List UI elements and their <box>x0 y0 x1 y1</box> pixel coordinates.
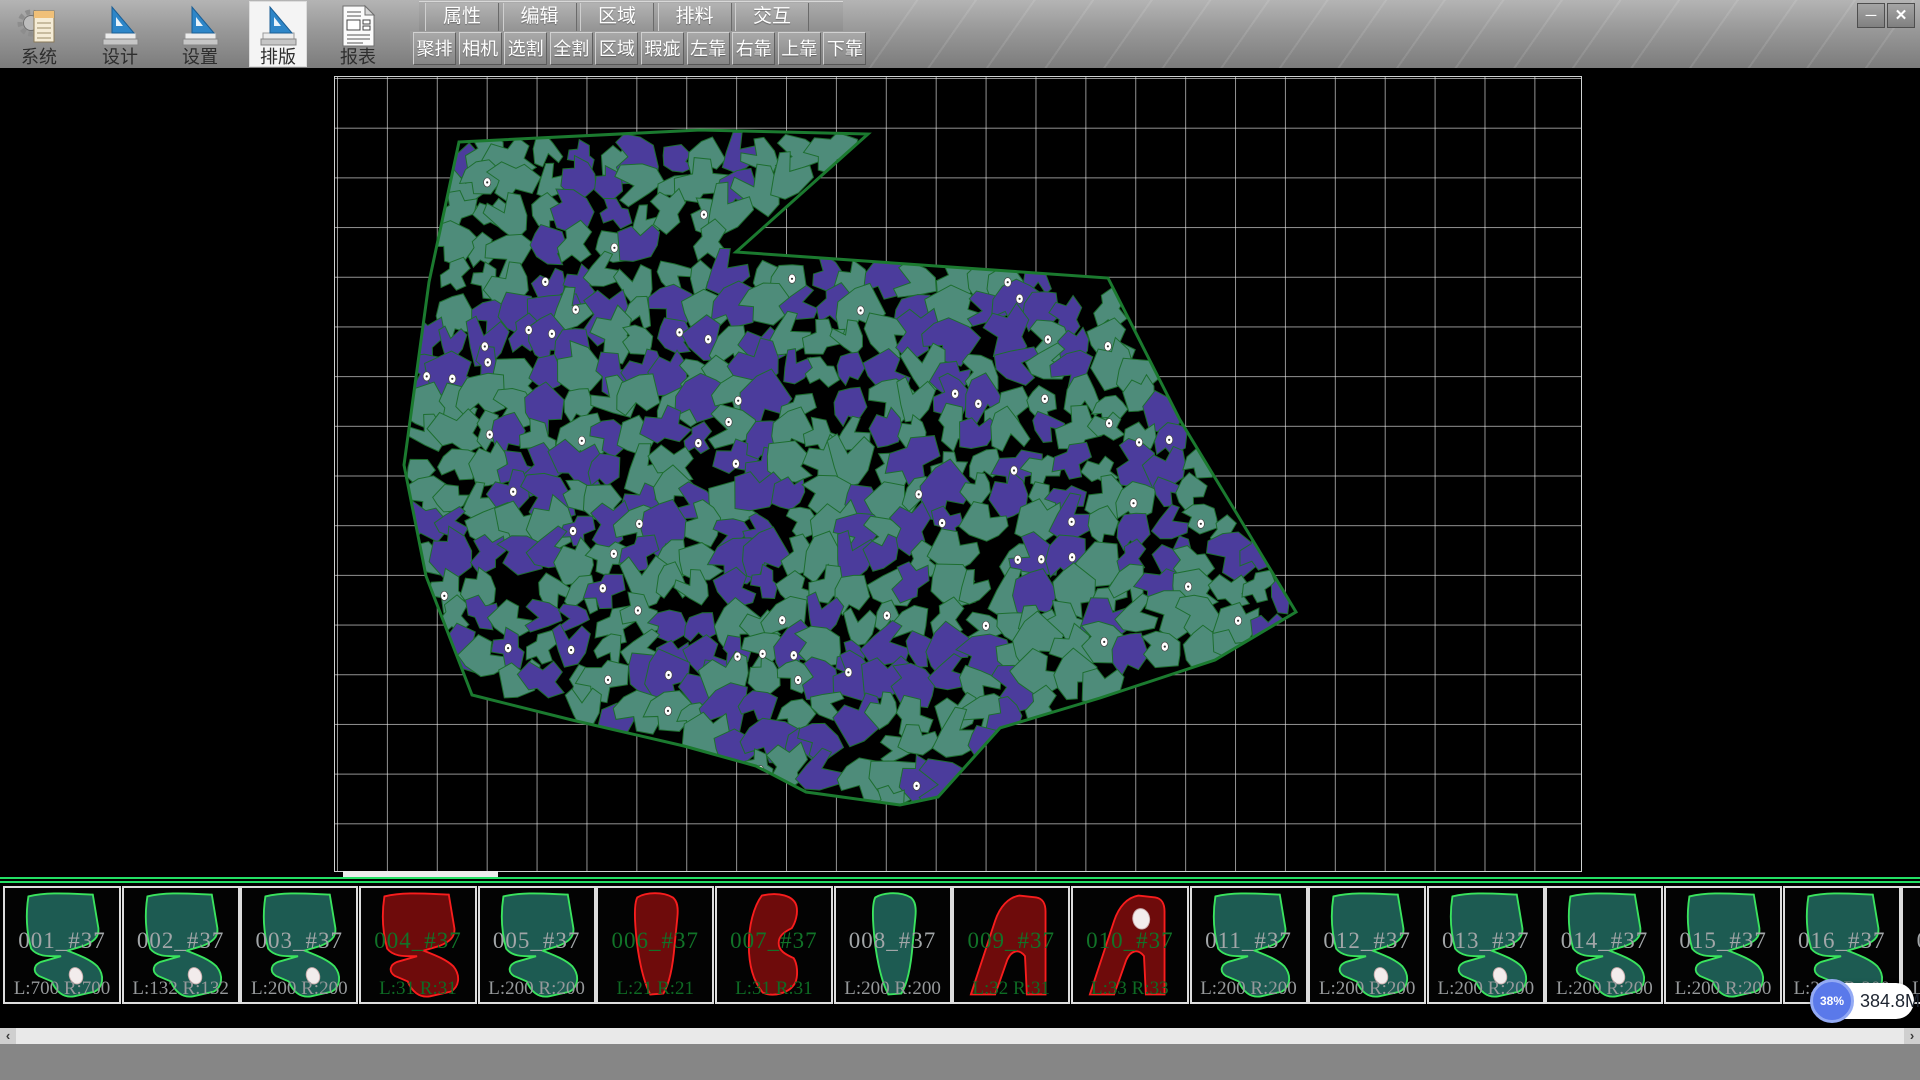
part-cell-010_#37[interactable]: 010_#37 L:33 R:33 <box>1071 886 1189 1004</box>
menu-item-properties[interactable]: 属性 <box>425 3 499 31</box>
part-lr-count: L:32 R:31 <box>954 978 1068 1000</box>
part-name: 003_#37 <box>242 928 356 954</box>
part-lr-count: L:200 R:200 <box>1666 978 1780 1000</box>
triangle-ruler-icon <box>98 4 142 48</box>
tool-button-defect[interactable]: 瑕疵 <box>641 32 684 65</box>
part-name: 016_#37 <box>1785 928 1899 954</box>
system-gear-icon <box>17 4 61 48</box>
part-cell-002_#37[interactable]: 002_#37 L:132 R:132 <box>122 886 240 1004</box>
triangle-ruler-icon <box>256 4 300 48</box>
part-cell-013_#37[interactable]: 013_#37 L:200 R:200 <box>1427 886 1545 1004</box>
part-cell-004_#37[interactable]: 004_#37 L:31 R:31 <box>359 886 477 1004</box>
part-lr-count: L:200 R:200 <box>1192 978 1306 1000</box>
tool-bar: 聚排相机选割全割区域瑕疵左靠右靠上靠下靠 <box>410 31 870 67</box>
part-cell-011_#37[interactable]: 011_#37 L:200 R:200 <box>1190 886 1308 1004</box>
app-button-nesting[interactable]: 排版 <box>249 1 307 67</box>
part-lr-count: L:200 R:200 <box>836 978 950 1000</box>
part-lr-count: L:700 R:700 <box>5 978 119 1000</box>
part-cell-003_#37[interactable]: 003_#37 L:200 R:200 <box>240 886 358 1004</box>
toolbar: 系统 设计 设置 排版 报表 属性编辑区域排料交互 聚排相机选割全割区域瑕疵左靠右靠上靠… <box>0 0 1920 68</box>
part-cell-001_#37[interactable]: 001_#37 L:700 R:700 <box>3 886 121 1004</box>
menu-item-edit[interactable]: 编辑 <box>503 3 577 31</box>
part-lr-count: L:200 R:200 <box>1547 978 1661 1000</box>
part-name: 009_#37 <box>954 928 1068 954</box>
part-name: 007_#37 <box>717 928 831 954</box>
menu-item-region[interactable]: 区域 <box>580 3 654 31</box>
tool-button-camera[interactable]: 相机 <box>459 32 502 65</box>
part-name: 006_#37 <box>598 928 712 954</box>
tool-button-cut-all[interactable]: 全割 <box>550 32 593 65</box>
part-name: 008_#37 <box>836 928 950 954</box>
part-cell-015_#37[interactable]: 015_#37 L:200 R:200 <box>1664 886 1782 1004</box>
menu-item-material[interactable]: 排料 <box>658 3 732 31</box>
part-cell-007_#37[interactable]: 007_#37 L:31 R:31 <box>715 886 833 1004</box>
strip-separator <box>0 877 1920 885</box>
parts-strip: 001_#37L:700 R:700002_#37L:132 R:132003_… <box>0 886 1920 1004</box>
part-cell-006_#37[interactable]: 006_#37 L:21 R:21 <box>596 886 714 1004</box>
part-lr-count: L:132 R:132 <box>124 978 238 1000</box>
part-lr-count: L:200 R:200 <box>1429 978 1543 1000</box>
part-name: 013_#37 <box>1429 928 1543 954</box>
part-lr-count: L:200 R:200 <box>480 978 594 1000</box>
app-button-label: 设置 <box>171 48 229 66</box>
part-cell-009_#37[interactable]: 009_#37 L:32 R:31 <box>952 886 1070 1004</box>
triangle-ruler-icon <box>178 4 222 48</box>
part-name: 017_#37 <box>1903 928 1920 954</box>
nested-pieces <box>385 120 1309 820</box>
tool-button-snap-right[interactable]: 右靠 <box>732 32 775 65</box>
app-button-design[interactable]: 设计 <box>91 1 149 67</box>
part-name: 002_#37 <box>124 928 238 954</box>
part-cell-008_#37[interactable]: 008_#37 L:200 R:200 <box>834 886 952 1004</box>
part-name: 015_#37 <box>1666 928 1780 954</box>
app-button-label: 设计 <box>91 48 149 66</box>
window-minimize-button[interactable]: ─ <box>1857 3 1885 28</box>
tool-button-cluster-nest[interactable]: 聚排 <box>413 32 456 65</box>
menu-bar: 属性编辑区域排料交互 <box>419 1 843 33</box>
part-name: 010_#37 <box>1073 928 1187 954</box>
tool-button-region[interactable]: 区域 <box>595 32 638 65</box>
part-name: 014_#37 <box>1547 928 1661 954</box>
app-button-label: 系统 <box>10 48 68 66</box>
status-bar <box>0 1044 1920 1080</box>
part-name: 004_#37 <box>361 928 475 954</box>
app-button-settings[interactable]: 设置 <box>171 1 229 67</box>
hscroll-right-arrow[interactable]: › <box>1904 1028 1920 1044</box>
app-button-label: 报表 <box>329 48 387 66</box>
window-close-button[interactable]: ✕ <box>1887 3 1915 28</box>
app-button-label: 排版 <box>249 48 307 66</box>
hscrollbar[interactable]: ‹ › <box>0 1028 1920 1044</box>
part-cell-014_#37[interactable]: 014_#37 L:200 R:200 <box>1545 886 1663 1004</box>
part-name: 001_#37 <box>5 928 119 954</box>
tool-button-snap-top[interactable]: 上靠 <box>778 32 821 65</box>
part-cell-012_#37[interactable]: 012_#37 L:200 R:200 <box>1308 886 1426 1004</box>
part-lr-count: L:200 R:200 <box>242 978 356 1000</box>
report-doc-icon <box>336 4 380 48</box>
app-button-report[interactable]: 报表 <box>329 1 387 67</box>
nesting-canvas[interactable] <box>334 76 1582 872</box>
part-lr-count: L:31 R:31 <box>717 978 831 1000</box>
part-lr-count: L:31 R:31 <box>361 978 475 1000</box>
memory-value: 384.8M <box>1860 983 1920 1019</box>
tool-button-select-cut[interactable]: 选割 <box>504 32 547 65</box>
menu-item-interact[interactable]: 交互 <box>735 3 809 31</box>
part-cell-005_#37[interactable]: 005_#37 L:200 R:200 <box>478 886 596 1004</box>
toolbar-texture <box>860 0 1920 68</box>
tool-button-snap-left[interactable]: 左靠 <box>687 32 730 65</box>
part-lr-count: L:21 R:21 <box>598 978 712 1000</box>
tool-button-snap-bottom[interactable]: 下靠 <box>823 32 866 65</box>
part-lr-count: L:33 R:33 <box>1073 978 1187 1000</box>
app-window: 系统 设计 设置 排版 报表 属性编辑区域排料交互 聚排相机选割全割区域瑕疵左靠右靠上靠… <box>0 0 1920 1080</box>
hscroll-left-arrow[interactable]: ‹ <box>0 1028 16 1044</box>
part-name: 011_#37 <box>1192 928 1306 954</box>
app-button-system[interactable]: 系统 <box>10 1 68 67</box>
memory-percent-badge: 38% <box>1810 979 1854 1023</box>
part-name: 005_#37 <box>480 928 594 954</box>
part-name: 012_#37 <box>1310 928 1424 954</box>
part-lr-count: L:200 R:200 <box>1310 978 1424 1000</box>
memory-overlay[interactable]: 38% 384.8M <box>1812 983 1914 1019</box>
